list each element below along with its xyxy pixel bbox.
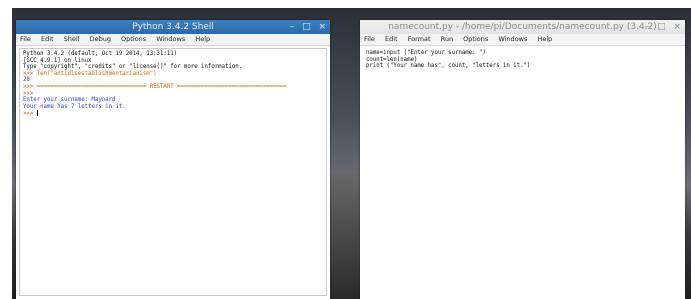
editor-menubar: File Edit Format Run Options Windows Hel… (360, 34, 685, 46)
shell-line: Enter your surname: Maynard (23, 97, 116, 104)
menu-options[interactable]: Options (121, 35, 146, 43)
close-icon[interactable]: × (318, 22, 326, 32)
menu-windows[interactable]: Windows (156, 35, 185, 43)
editor-window[interactable]: namecount.py - /home/pi/Documents/nameco… (360, 20, 685, 299)
shell-line: Python 3.4.2 (default, Oct 19 2014, 13:3… (23, 51, 178, 57)
close-icon[interactable]: × (673, 22, 681, 32)
maximize-icon[interactable]: □ (657, 22, 666, 32)
shell-output-area[interactable]: Python 3.4.2 (default, Oct 19 2014, 13:3… (19, 48, 327, 296)
minimize-icon[interactable]: – (290, 22, 295, 32)
menu-edit[interactable]: Edit (385, 35, 398, 43)
editor-window-controls: – □ × (640, 21, 681, 33)
menu-file[interactable]: File (364, 35, 375, 43)
shell-line: >>> ================================ RES… (23, 83, 287, 90)
code-line: print ("Your name has", count, "letters … (366, 63, 531, 70)
menu-shell[interactable]: Shell (64, 35, 80, 43)
menu-options[interactable]: Options (463, 35, 488, 43)
menu-help[interactable]: Help (537, 35, 552, 43)
menu-run[interactable]: Run (441, 35, 453, 43)
minimize-icon[interactable]: – (645, 22, 650, 32)
menu-edit[interactable]: Edit (41, 35, 54, 43)
maximize-icon[interactable]: □ (302, 22, 311, 32)
shell-window-title: Python 3.4.2 Shell (132, 22, 214, 32)
editor-window-title: namecount.py - /home/pi/Documents/nameco… (388, 22, 657, 32)
top-border (0, 0, 691, 8)
shell-line: Type "copyright", "credits" or "license(… (23, 64, 243, 71)
menu-windows[interactable]: Windows (498, 35, 527, 43)
code-line: count=len(name) (366, 56, 418, 63)
shell-prompt: >>> (23, 111, 37, 118)
python-shell-window[interactable]: Python 3.4.2 Shell – □ × File Edit Shell… (16, 20, 330, 299)
menu-help[interactable]: Help (195, 35, 210, 43)
shell-line: [GCC 4.9.1] on linux (23, 57, 92, 64)
shell-line: >>> (23, 90, 34, 97)
menu-debug[interactable]: Debug (90, 35, 111, 43)
shell-line: 28 (23, 77, 30, 84)
menu-format[interactable]: Format (408, 35, 431, 43)
shell-menubar: File Edit Shell Debug Options Windows He… (16, 34, 330, 46)
shell-window-controls: – □ × (285, 21, 326, 33)
shell-line: >>> len("antidisestablishmentarianism") (23, 70, 157, 77)
text-cursor (36, 110, 38, 117)
editor-text-area[interactable]: name=input ("Enter your surname: ") coun… (363, 48, 682, 296)
shell-prompt-line[interactable]: >>> (23, 110, 323, 117)
desktop-wallpaper-road (330, 170, 360, 299)
menu-file[interactable]: File (20, 35, 31, 43)
shell-titlebar[interactable]: Python 3.4.2 Shell – □ × (16, 20, 330, 34)
editor-titlebar[interactable]: namecount.py - /home/pi/Documents/nameco… (360, 20, 685, 34)
shell-line: Your name has 7 letters in it. (23, 103, 126, 110)
left-border (0, 8, 12, 299)
code-line: name=input ("Enter your surname: ") (366, 50, 486, 56)
